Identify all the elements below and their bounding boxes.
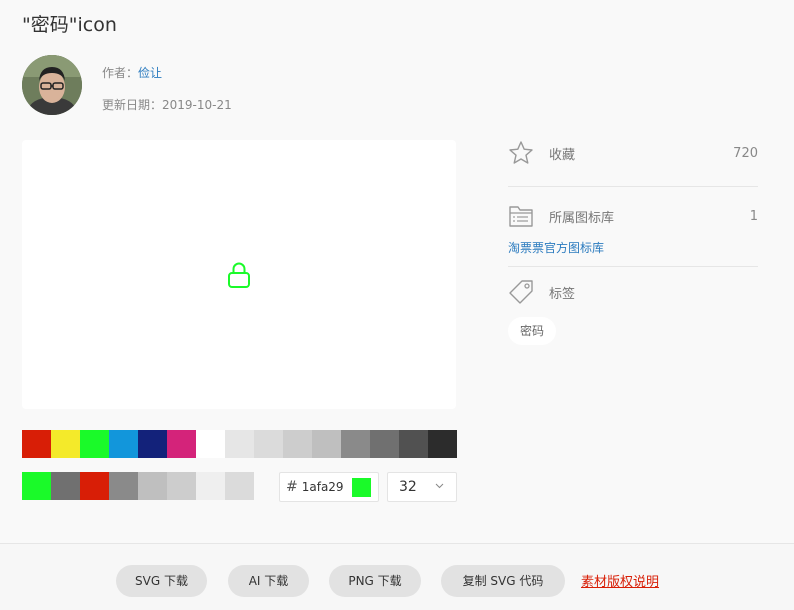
color-swatch[interactable] <box>51 430 80 458</box>
tag-chip[interactable]: 密码 <box>508 317 557 345</box>
color-swatch[interactable] <box>312 430 341 458</box>
divider <box>508 266 758 267</box>
color-swatch[interactable] <box>80 430 109 458</box>
color-swatch[interactable] <box>167 430 196 458</box>
chevron-down-icon <box>435 483 444 489</box>
icon-size-select[interactable]: 32 <box>387 472 457 502</box>
update-date: 2019-10-21 <box>162 98 232 112</box>
recent-colors <box>22 472 254 500</box>
tags-row: 标签 <box>508 277 758 307</box>
color-swatch[interactable] <box>254 430 283 458</box>
favorite-label: 收藏 <box>549 147 576 163</box>
current-color-swatch <box>352 478 371 497</box>
color-swatch[interactable] <box>109 430 138 458</box>
folder-list-icon <box>509 206 533 227</box>
hash-symbol: # <box>286 479 298 495</box>
color-swatch[interactable] <box>428 430 457 458</box>
page-title: "密码"icon <box>22 14 117 36</box>
color-swatch[interactable] <box>283 430 312 458</box>
color-swatch[interactable] <box>196 430 225 458</box>
author-line: 作者：俭让 <box>102 64 162 81</box>
license-link[interactable]: 素材版权说明 <box>581 571 659 590</box>
library-row: 所属图标库 1 <box>508 201 758 231</box>
color-swatch[interactable] <box>22 430 51 458</box>
color-swatch[interactable] <box>341 430 370 458</box>
png-download-button[interactable]: PNG 下载 <box>329 565 421 597</box>
color-swatch[interactable] <box>80 472 109 500</box>
library-link[interactable]: 淘票票官方图标库 <box>508 239 758 256</box>
color-swatch[interactable] <box>196 472 225 500</box>
color-swatch[interactable] <box>138 430 167 458</box>
ai-download-button[interactable]: AI 下载 <box>228 565 309 597</box>
library-count: 1 <box>749 208 758 224</box>
color-palette <box>22 430 457 458</box>
tag-icon <box>509 280 533 304</box>
divider <box>508 186 758 187</box>
size-value: 32 <box>399 479 417 495</box>
icon-info-panel: 收藏 720 所属图标库 1 淘票票官方图标库 标签 密码 <box>508 138 758 345</box>
library-label: 所属图标库 <box>549 210 615 226</box>
color-swatch[interactable] <box>225 430 254 458</box>
author-link[interactable]: 俭让 <box>138 66 162 80</box>
svg-download-button[interactable]: SVG 下载 <box>116 565 207 597</box>
color-swatch[interactable] <box>225 472 254 500</box>
download-bar: SVG 下载 AI 下载 PNG 下载 复制 SVG 代码 素材版权说明 <box>0 543 794 610</box>
hex-color-input[interactable] <box>301 480 352 494</box>
lock-icon <box>228 262 250 288</box>
color-swatch[interactable] <box>399 430 428 458</box>
hex-color-field[interactable]: # <box>279 472 379 502</box>
color-swatch[interactable] <box>51 472 80 500</box>
color-swatch[interactable] <box>22 472 51 500</box>
color-swatch[interactable] <box>167 472 196 500</box>
date-label: 更新日期： <box>102 98 163 112</box>
color-swatch[interactable] <box>138 472 167 500</box>
avatar[interactable] <box>22 55 82 115</box>
avatar-image <box>22 55 82 115</box>
favorite-count: 720 <box>733 145 758 161</box>
tag-list: 密码 <box>508 317 758 345</box>
star-icon[interactable] <box>508 140 534 166</box>
color-swatch[interactable] <box>370 430 399 458</box>
color-swatch[interactable] <box>109 472 138 500</box>
update-date-line: 更新日期：2019-10-21 <box>102 96 232 113</box>
author-label: 作者： <box>102 66 139 80</box>
favorite-row[interactable]: 收藏 720 <box>508 138 758 168</box>
copy-svg-code-button[interactable]: 复制 SVG 代码 <box>441 565 565 597</box>
tags-label: 标签 <box>549 286 576 302</box>
